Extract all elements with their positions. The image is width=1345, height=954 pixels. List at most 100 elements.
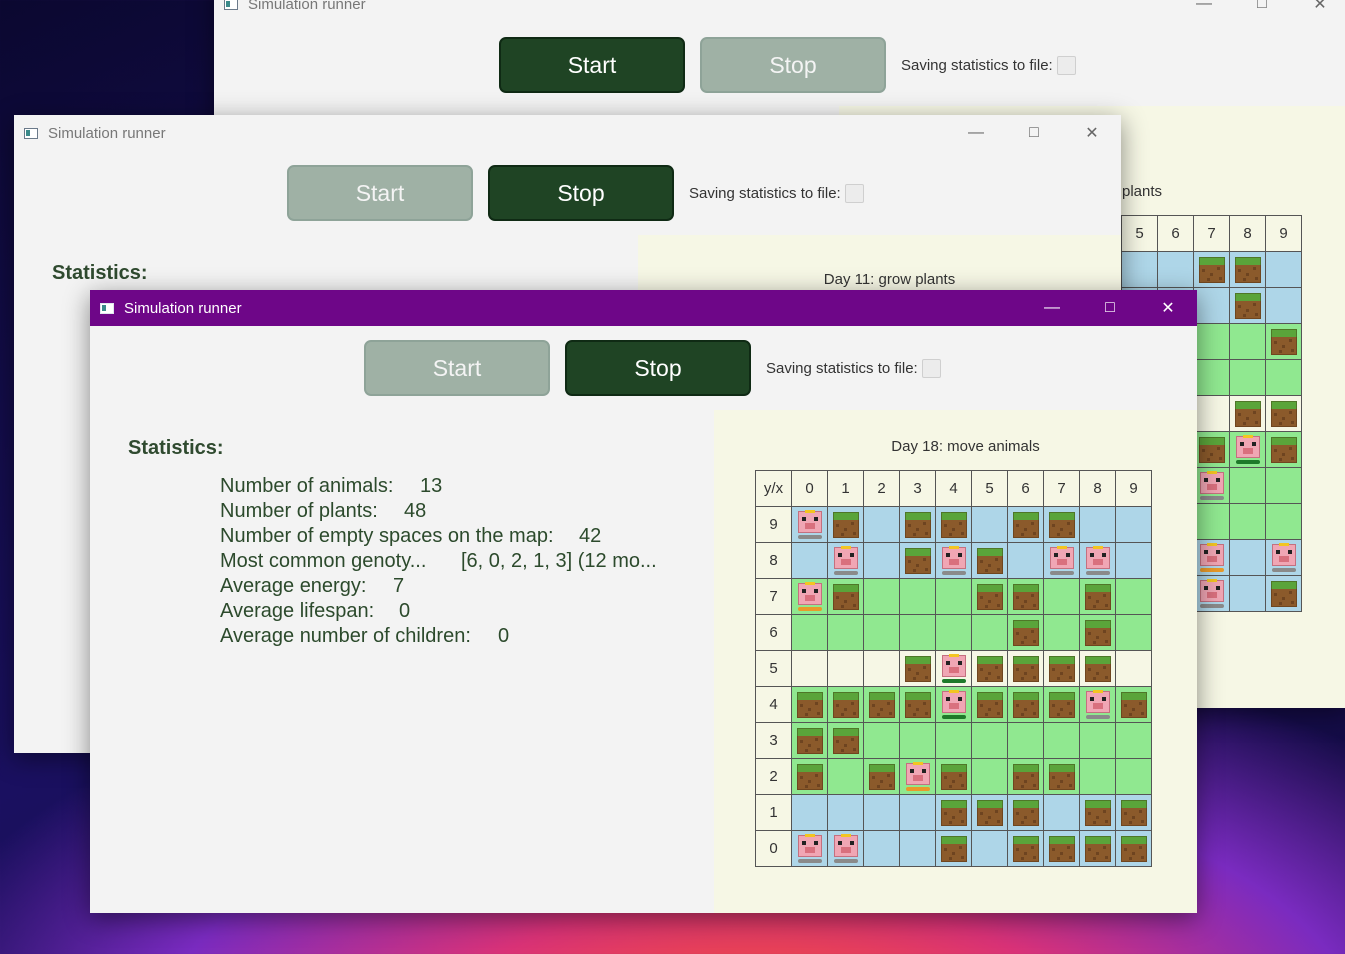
map-cell <box>971 830 1008 867</box>
stop-button[interactable]: Stop <box>565 340 751 396</box>
close-icon[interactable]: ✕ <box>1063 115 1121 151</box>
map-cell <box>899 542 936 579</box>
animal-icon[interactable] <box>1049 545 1075 576</box>
animal-icon[interactable] <box>941 545 967 576</box>
map-cell <box>1007 830 1044 867</box>
energy-bar <box>1049 570 1074 575</box>
stat-label: Average energy: <box>220 575 367 597</box>
map-cell <box>971 650 1008 687</box>
plant-icon <box>796 727 823 754</box>
grid-header: 8 <box>755 542 792 579</box>
saving-checkbox[interactable] <box>845 184 864 203</box>
map-cell <box>1157 251 1194 288</box>
maximize-icon[interactable]: □ <box>1081 290 1139 326</box>
stat-value: 7 <box>393 575 405 597</box>
grid-header: 2 <box>755 758 792 795</box>
map-cell <box>1193 287 1230 324</box>
map-row: 2 <box>755 758 1152 795</box>
animal-icon[interactable] <box>1271 542 1297 573</box>
map-cell <box>1115 506 1152 543</box>
grid-header: 6 <box>755 614 792 651</box>
map-cell <box>1265 431 1302 468</box>
animal-icon[interactable] <box>1199 578 1225 609</box>
animal-icon[interactable] <box>797 581 823 612</box>
animal-icon[interactable] <box>1085 689 1111 720</box>
map-cell <box>1007 542 1044 579</box>
map-cell <box>791 686 828 723</box>
map-cell <box>1265 467 1302 504</box>
animal-icon[interactable] <box>833 833 859 864</box>
map-cell <box>1043 758 1080 795</box>
map-cell <box>1229 287 1266 324</box>
saving-checkbox[interactable] <box>1057 56 1076 75</box>
plant-icon <box>904 655 931 682</box>
saving-checkbox[interactable] <box>922 359 941 378</box>
grid-header: 9 <box>1115 470 1152 507</box>
plant-icon <box>904 547 931 574</box>
map-grid: y/x 0 1 2 3 4 5 6 7 8 9 9876543210 <box>755 470 1152 867</box>
plant-icon <box>940 835 967 862</box>
plant-icon <box>976 691 1003 718</box>
map-cell <box>971 614 1008 651</box>
close-icon[interactable]: ✕ <box>1139 290 1197 326</box>
animal-icon[interactable] <box>1235 434 1261 465</box>
plant-icon <box>1048 691 1075 718</box>
minimize-icon[interactable]: — <box>1023 290 1081 326</box>
maximize-icon[interactable]: □ <box>1005 115 1063 151</box>
close-icon[interactable]: ✕ <box>1291 0 1345 22</box>
front-window-titlebar[interactable]: Simulation runner — □ ✕ <box>90 290 1197 326</box>
start-button[interactable]: Start <box>364 340 550 396</box>
grid-header: 8 <box>1229 215 1266 252</box>
map-row: 7 <box>755 578 1152 615</box>
plant-icon <box>1198 256 1225 283</box>
plant-icon <box>1012 511 1039 538</box>
start-button[interactable]: Start <box>499 37 685 93</box>
animal-icon[interactable] <box>833 545 859 576</box>
animal-icon[interactable] <box>905 761 931 792</box>
map-cell <box>1115 542 1152 579</box>
animal-icon[interactable] <box>1199 470 1225 501</box>
map-cell <box>1115 578 1152 615</box>
plant-icon <box>1084 619 1111 646</box>
map-cell <box>1079 830 1116 867</box>
stat-row: Most common genoty... [6, 0, 2, 1, 3] (1… <box>220 550 657 573</box>
map-cell <box>791 578 828 615</box>
animal-icon[interactable] <box>797 509 823 540</box>
plant-icon <box>904 691 931 718</box>
plant-icon <box>1012 799 1039 826</box>
animal-icon[interactable] <box>941 689 967 720</box>
map-cell <box>1229 467 1266 504</box>
energy-bar <box>1085 714 1110 719</box>
back-window-titlebar[interactable]: Simulation runner — □ ✕ <box>214 0 1345 22</box>
stat-value: 42 <box>579 525 602 547</box>
minimize-icon[interactable]: — <box>947 115 1005 151</box>
map-cell <box>827 578 864 615</box>
map-row: 0 <box>755 830 1152 867</box>
middle-window-titlebar[interactable]: Simulation runner — □ ✕ <box>14 115 1121 151</box>
map-cell <box>899 506 936 543</box>
minimize-icon[interactable]: — <box>1175 0 1233 22</box>
map-cell <box>791 614 828 651</box>
stop-button[interactable]: Stop <box>700 37 886 93</box>
maximize-icon[interactable]: □ <box>1233 0 1291 22</box>
map-cell <box>827 686 864 723</box>
map-cell <box>899 758 936 795</box>
map-cell <box>1115 614 1152 651</box>
map-cell <box>1265 323 1302 360</box>
map-cell <box>1115 794 1152 831</box>
animal-icon[interactable] <box>1199 542 1225 573</box>
map-cell <box>899 578 936 615</box>
map-cell <box>1115 722 1152 759</box>
stop-button[interactable]: Stop <box>488 165 674 221</box>
start-button[interactable]: Start <box>287 165 473 221</box>
plant-icon <box>1012 835 1039 862</box>
animal-icon[interactable] <box>1085 545 1111 576</box>
map-cell <box>1229 251 1266 288</box>
plant-icon <box>796 763 823 790</box>
map-cell <box>1193 539 1230 576</box>
stat-value: 0 <box>399 600 411 622</box>
animal-icon[interactable] <box>797 833 823 864</box>
animal-icon[interactable] <box>941 653 967 684</box>
map-cell <box>971 794 1008 831</box>
energy-bar <box>833 570 858 575</box>
